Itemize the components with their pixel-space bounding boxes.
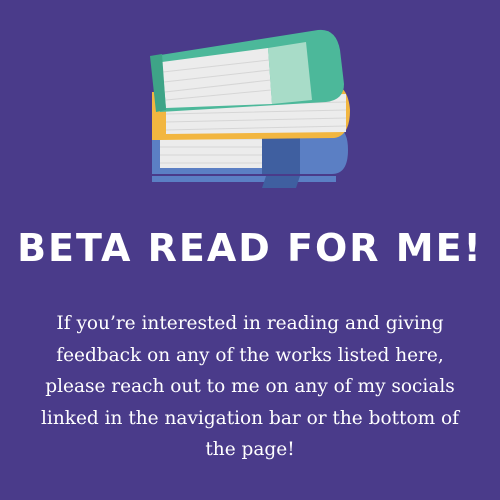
book-stack-icon xyxy=(150,29,350,188)
description-text: If you’re interested in reading and givi… xyxy=(40,313,460,460)
beta-read-page: BETA READ FOR ME! If you’re interested i… xyxy=(0,0,500,500)
top-book xyxy=(150,29,344,112)
page-title: BETA READ FOR ME! xyxy=(17,226,483,270)
